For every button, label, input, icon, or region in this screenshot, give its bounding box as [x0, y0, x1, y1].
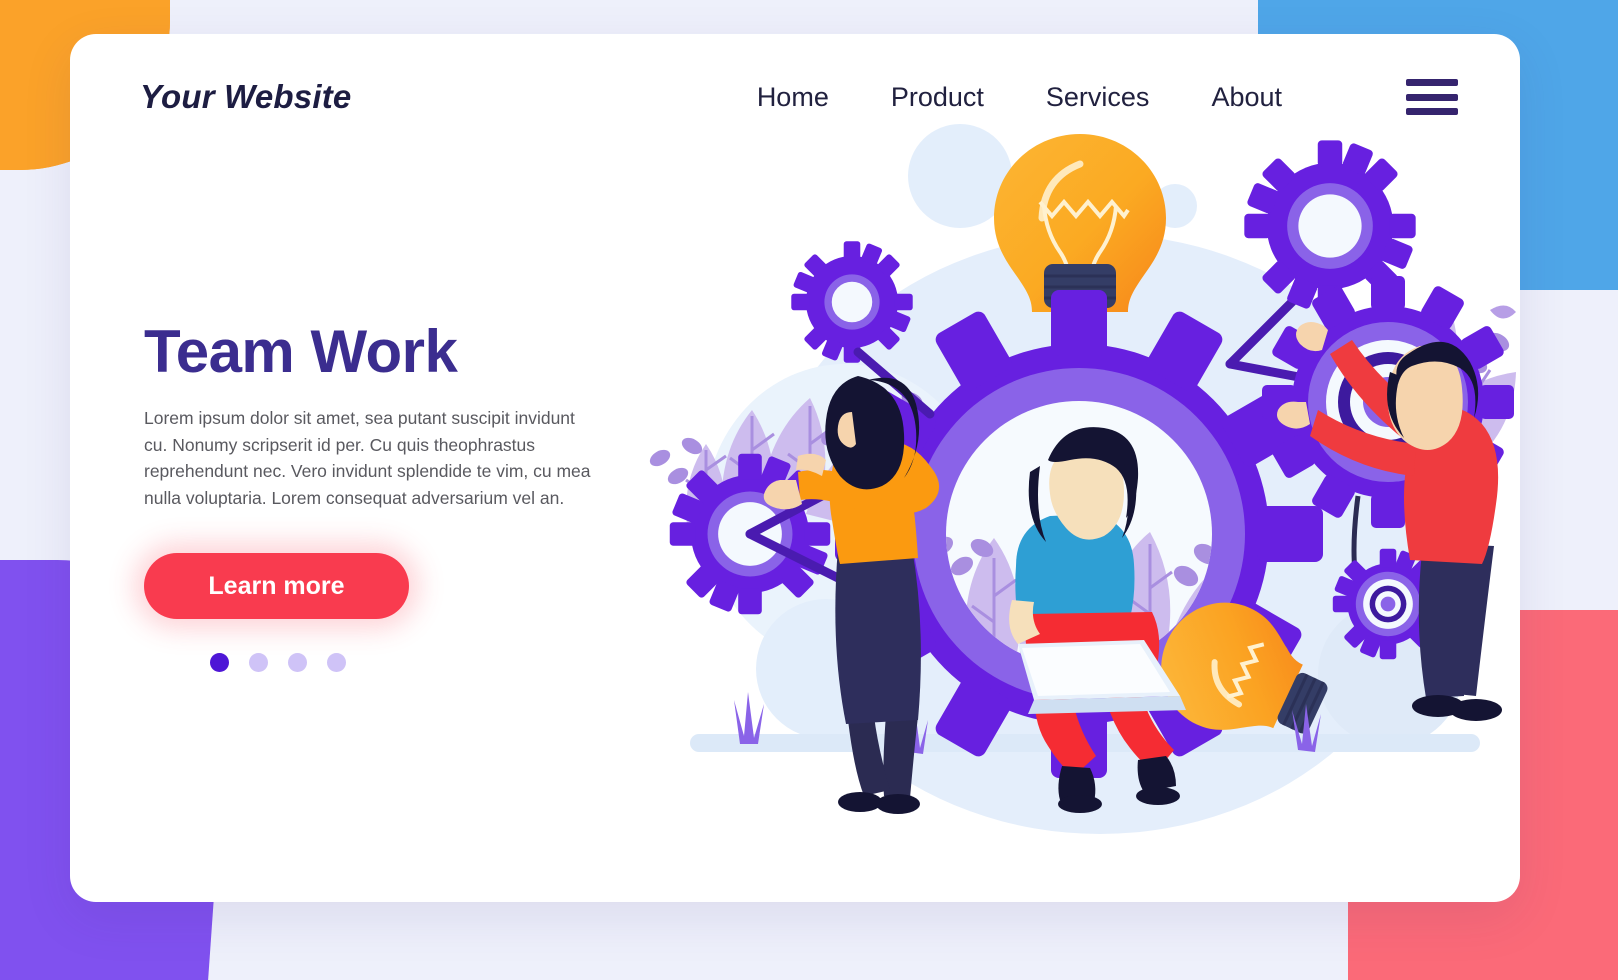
learn-more-button[interactable]: Learn more: [144, 553, 409, 620]
hamburger-bar-1: [1406, 79, 1458, 86]
carousel-dot-2[interactable]: [249, 653, 268, 673]
page-title: Team Work: [144, 318, 458, 385]
nav-item-product[interactable]: Product: [891, 82, 984, 113]
carousel-dot-1[interactable]: [210, 653, 229, 673]
main-navigation: Home Product Services About: [757, 79, 1458, 115]
team-work-gears-illustration: [630, 114, 1520, 834]
hero-description: Lorem ipsum dolor sit amet, sea putant s…: [144, 408, 591, 508]
hero-text-block: Team Work Lorem ipsum dolor sit amet, se…: [144, 318, 664, 673]
small-gear-top-left: [791, 241, 913, 363]
carousel-dot-3[interactable]: [288, 653, 307, 673]
carousel-dots: [210, 653, 664, 673]
landing-card: Your Website Home Product Services About…: [70, 34, 1520, 902]
hamburger-icon[interactable]: [1406, 79, 1458, 115]
nav-item-about[interactable]: About: [1211, 82, 1282, 113]
site-logo[interactable]: Your Website: [140, 78, 351, 116]
carousel-dot-4[interactable]: [327, 653, 346, 673]
nav-item-home[interactable]: Home: [757, 82, 829, 113]
site-header: Your Website Home Product Services About: [70, 34, 1520, 160]
nav-item-services[interactable]: Services: [1046, 82, 1150, 113]
page-root: Your Website Home Product Services About…: [0, 0, 1618, 980]
hamburger-bar-3: [1406, 108, 1458, 115]
hamburger-bar-2: [1406, 93, 1458, 101]
